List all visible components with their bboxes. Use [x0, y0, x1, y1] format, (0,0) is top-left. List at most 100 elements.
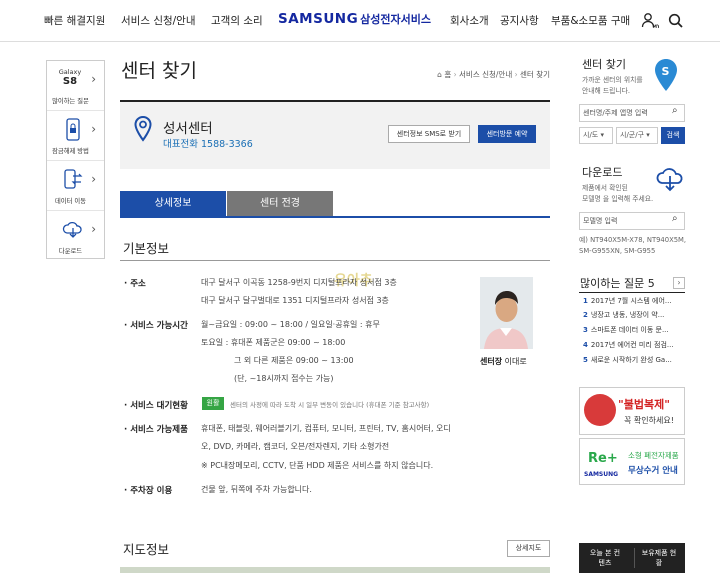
- crumb-service[interactable]: 서비스 신청/안내: [459, 70, 512, 79]
- faq-more-icon[interactable]: ›: [673, 277, 685, 289]
- recent-content-button[interactable]: 오늘 본 컨텐츠: [587, 548, 623, 568]
- side-find-desc: 안내해 드립니다.: [582, 87, 631, 95]
- nav-customer-voice[interactable]: 고객의 소리: [211, 13, 263, 28]
- banner-title: "불법복제": [618, 398, 670, 411]
- chevron-right-icon: ›: [91, 122, 96, 136]
- tab-detail[interactable]: 상세정보: [120, 191, 226, 217]
- wait-label: · 서비스 대기현황: [124, 401, 188, 411]
- faq-item[interactable]: 4 2017년 에어컨 미리 점검...: [583, 340, 674, 350]
- address-line: 대구 달서구 이곡동 1258-9번지 디지털프라자 성서점 3층: [201, 278, 397, 287]
- section-basic-title: 기본정보: [123, 241, 170, 256]
- phone-transfer-icon: [62, 167, 84, 193]
- crumb-current: 센터 찾기: [520, 70, 550, 79]
- location-pin-icon: S: [653, 58, 679, 92]
- phone-lock-icon: [62, 117, 84, 143]
- banner-brand: SAMSUNG: [584, 471, 619, 478]
- banner-line: 소형 폐전자제품: [628, 451, 679, 460]
- faq-item[interactable]: 5 새로운 시작하기 완성 Ga...: [583, 355, 672, 365]
- search-icon[interactable]: [667, 12, 685, 30]
- breadcrumb: ⌂ 홈 › 서비스 신청/안내 › 센터 찾기: [437, 70, 550, 79]
- tab-center-view[interactable]: 센터 전경: [227, 191, 333, 217]
- nav-notice[interactable]: 공지사항: [500, 13, 539, 28]
- global-nav: 빠른 해결지원 서비스 신청/안내 고객의 소리 SAMSUNG 삼성전자서비스 …: [0, 0, 720, 42]
- galaxy-s8-icon: Galaxy S8: [58, 68, 82, 87]
- svg-text:MY: MY: [653, 24, 660, 30]
- owned-products-button[interactable]: 보유제품 현황: [641, 548, 677, 568]
- province-select[interactable]: 시/도 ▾: [579, 127, 613, 144]
- model-examples: SM-G955XN, SM-G955: [579, 247, 656, 255]
- hours-line: (단, ~18시까지 접수는 가능): [234, 374, 334, 383]
- quick-unlock-label: 잠금해제 방법: [52, 147, 89, 155]
- nav-service-request[interactable]: 서비스 신청/안내: [121, 13, 196, 28]
- hours-line: 토요일 : 휴대폰 제품군은 09:00 ~ 18:00: [201, 338, 346, 347]
- banner-sub: 꼭 확인하세요!: [624, 416, 674, 425]
- chevron-right-icon: ›: [91, 222, 96, 236]
- quick-data-move-label: 데이터 이동: [55, 197, 86, 205]
- banner-line: 무상수거 안내: [628, 466, 678, 476]
- nav-quick-support[interactable]: 빠른 해결지원: [44, 13, 105, 28]
- hours-line: 그 외 다른 제품은 09:00 ~ 13:00: [234, 356, 354, 365]
- center-phone[interactable]: 대표전화 1588-3366: [163, 136, 253, 150]
- chevron-right-icon: ›: [91, 72, 96, 86]
- samsung-service-logo[interactable]: SAMSUNG 삼성전자서비스: [278, 11, 431, 27]
- bar-divider: [634, 548, 635, 568]
- city-select[interactable]: 시/군/구 ▾: [616, 127, 658, 144]
- staff-caption: 센터장 이대로: [480, 357, 527, 366]
- map-preview[interactable]: [120, 567, 550, 573]
- address-line: 대구 달서구 달구벌대로 1351 디지털프라자 성서점 3층: [201, 296, 389, 305]
- parking-label: · 주차장 이용: [124, 486, 173, 496]
- detail-map-button[interactable]: 상세지도: [507, 540, 550, 557]
- side-download-desc: 제품에서 확인된: [582, 184, 628, 192]
- nav-parts-shop[interactable]: 부품&소모품 구매: [551, 13, 630, 28]
- banner-illegal-copy[interactable]: "불법복제" 꼭 확인하세요!: [579, 387, 685, 435]
- stamp-icon: [584, 394, 616, 426]
- faq-item[interactable]: 3 스마트폰 데이터 이동 문...: [583, 325, 669, 335]
- hours-line: 월~금요일 : 09:00 ~ 18:00 / 일요일·공휴일 : 휴무: [201, 320, 380, 329]
- quick-download[interactable]: › 다운로드: [47, 211, 104, 261]
- side-download-title: 다운로드: [582, 166, 623, 179]
- faq-divider: [579, 292, 685, 293]
- home-icon[interactable]: ⌂: [437, 70, 442, 79]
- recent-bar: 오늘 본 컨텐츠 보유제품 현황: [579, 543, 685, 573]
- my-page-icon[interactable]: MY: [641, 12, 661, 30]
- quick-faq-label: 많이하는 질문: [52, 97, 89, 105]
- nav-company[interactable]: 회사소개: [450, 13, 489, 28]
- crumb-home[interactable]: 홈: [444, 70, 451, 79]
- section-map-title: 지도정보: [123, 542, 170, 557]
- faq-item[interactable]: 1 2017년 7월 시스템 에어...: [583, 296, 672, 306]
- parking-value: 건물 앞, 뒤쪽에 주차 가능합니다.: [201, 485, 312, 494]
- quick-data-move[interactable]: › 데이터 이동: [47, 161, 104, 211]
- wait-note: 센터의 사정에 따라 도착 시 일부 변동이 있습니다 (휴대폰 기준 참고사항…: [230, 401, 430, 409]
- hours-label: · 서비스 가능시간: [124, 321, 188, 331]
- section-divider: [120, 260, 550, 261]
- cloud-download-icon: [62, 217, 84, 243]
- center-search-input[interactable]: 센터명/주제 앱명 입력: [579, 104, 685, 122]
- quick-download-label: 다운로드: [58, 247, 83, 255]
- side-download-desc: 모델명 을 입력해 주세요.: [582, 195, 654, 203]
- products-note: ※ PC내장메모리, CCTV, 단품 HDD 제품은 서비스를 하지 않습니다…: [201, 461, 434, 470]
- cloud-download-icon: [655, 165, 685, 193]
- find-search-button[interactable]: 검색: [661, 127, 685, 144]
- side-faq-title: 많이하는 질문 5: [580, 277, 655, 290]
- visit-reservation-button[interactable]: 센터방문 예약: [478, 125, 536, 143]
- quick-menu: Galaxy S8 › 많이하는 질문 › 잠금해제 방법 › 데이터 이동 ›…: [46, 60, 105, 259]
- side-find-desc: 가까운 센터의 위치를: [582, 76, 643, 84]
- side-find-title: 센터 찾기: [582, 58, 626, 71]
- products-line: 휴대폰, 태블릿, 웨어러블기기, 컴퓨터, 모니터, 프린터, TV, 홈시어…: [201, 424, 451, 433]
- quick-unlock[interactable]: › 잠금해제 방법: [47, 111, 104, 161]
- staff-photo: [480, 277, 533, 349]
- model-input[interactable]: 모델명 입력: [579, 212, 685, 230]
- sms-info-button[interactable]: 센터정보 SMS로 받기: [388, 125, 470, 143]
- chevron-right-icon: ›: [91, 172, 96, 186]
- center-name: 성서센터: [163, 121, 213, 137]
- search-icon[interactable]: ⌕: [672, 105, 678, 116]
- model-examples: 예) NT940X5M-X78, NT940X5M,: [579, 236, 687, 244]
- search-icon[interactable]: ⌕: [672, 213, 678, 224]
- banner-recycle[interactable]: Re+ SAMSUNG 소형 폐전자제품 무상수거 안내: [579, 438, 685, 485]
- quick-faq[interactable]: Galaxy S8 › 많이하는 질문: [47, 61, 104, 111]
- faq-item[interactable]: 2 냉장고 냉동, 냉장이 약...: [583, 310, 664, 320]
- banner-title: Re+: [588, 451, 618, 466]
- page-title: 센터 찾기: [121, 60, 197, 82]
- map-pin-icon: [134, 115, 152, 142]
- address-label: · 주소: [124, 279, 146, 289]
